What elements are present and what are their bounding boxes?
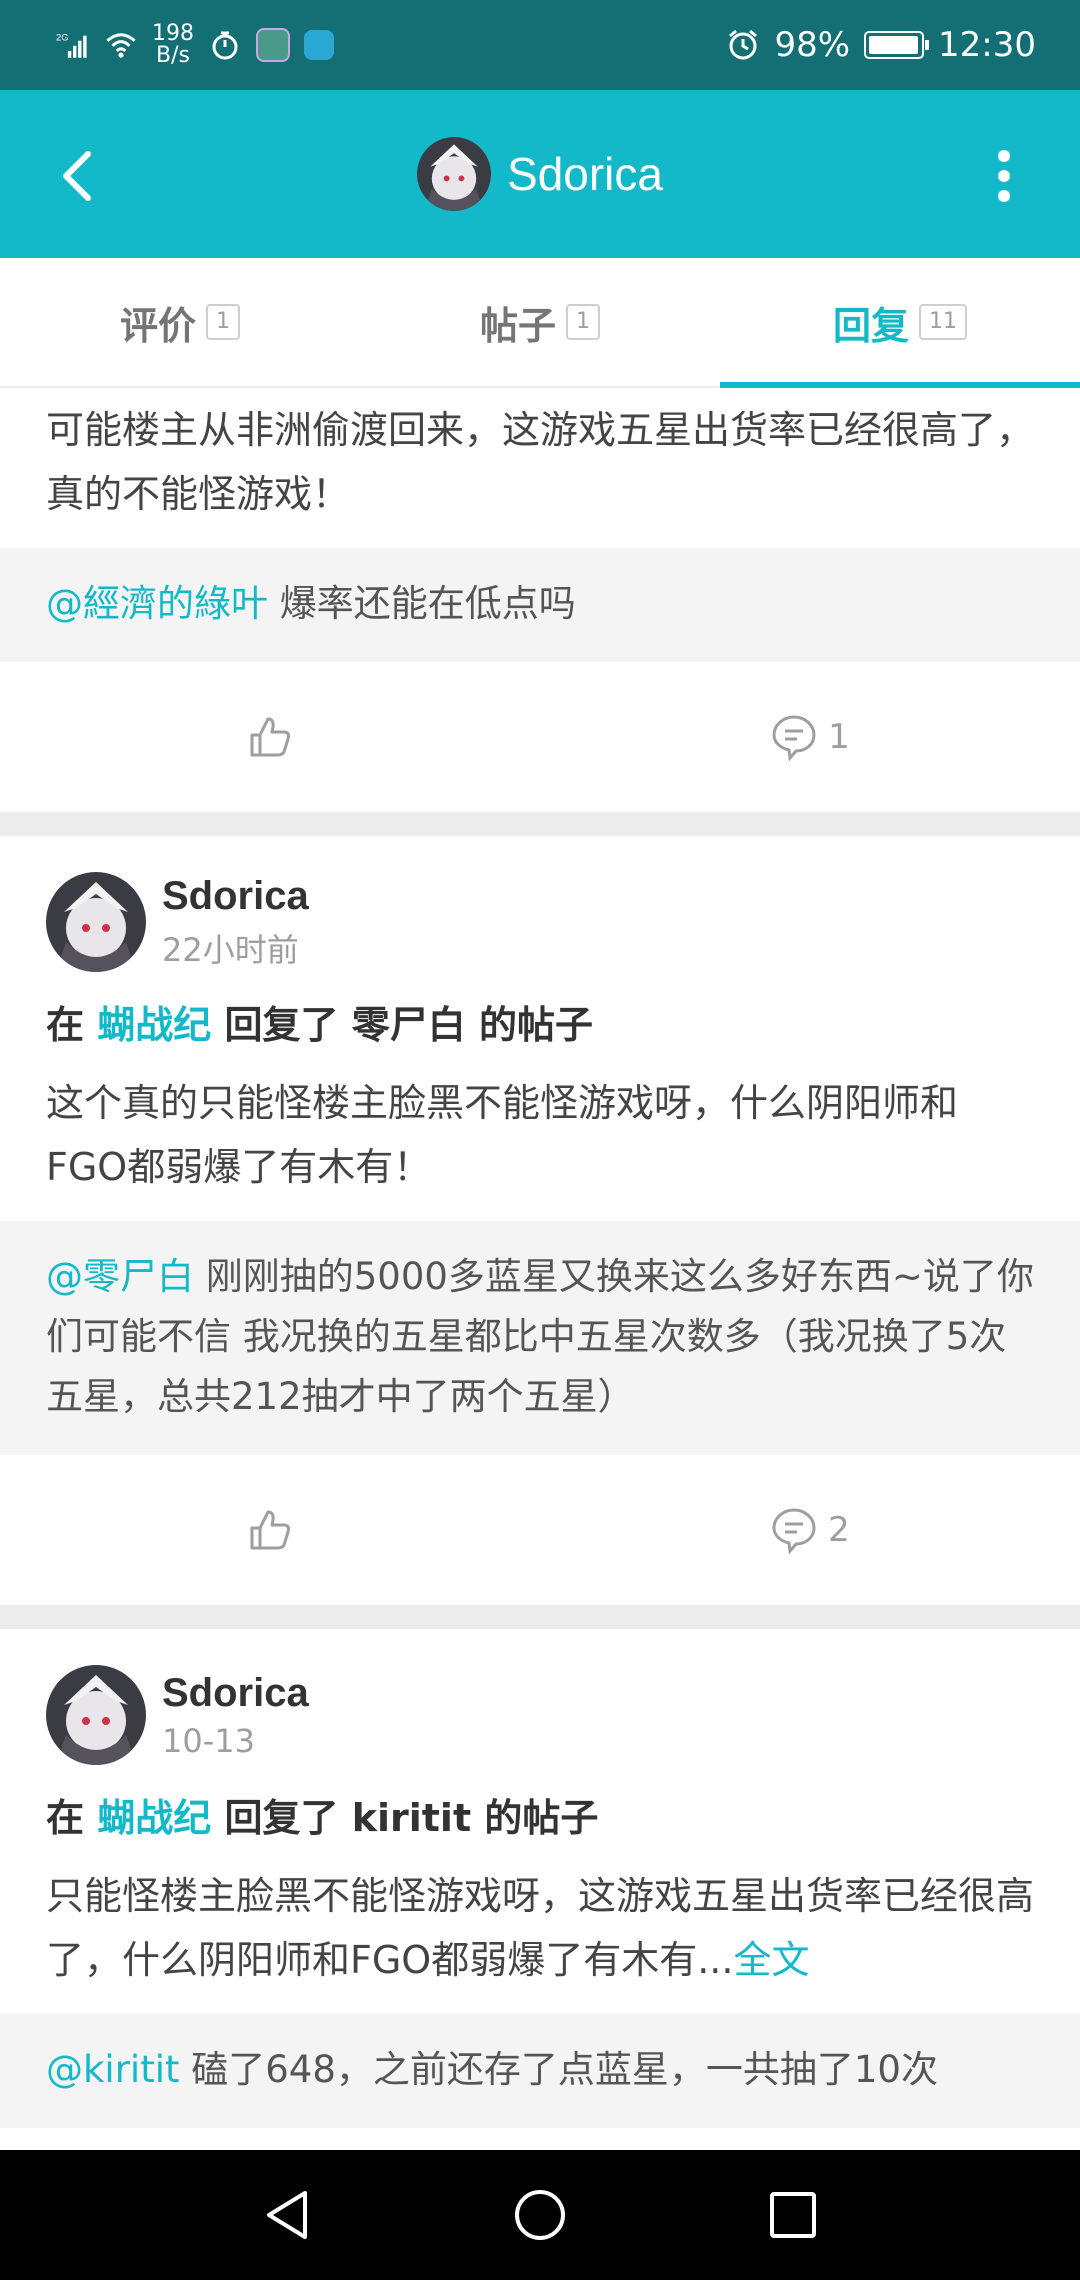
clock: 12:30 (938, 25, 1036, 65)
battery-percent: 98% (774, 25, 851, 65)
header-title-group: Sdorica (417, 137, 663, 211)
replies-feed[interactable]: 可能楼主从非洲偷渡回来，这游戏五星出货率已经很高了，真的不能怪游戏！ @經濟的綠… (0, 388, 1080, 2150)
quoted-text: 爆率还能在低点吗 (268, 582, 576, 625)
alarm-icon (726, 28, 760, 62)
quoted-text: 磕了648，之前还存了点蓝星，一共抽了10次 (179, 2048, 938, 2091)
author-name[interactable]: Sdorica (162, 1671, 309, 1716)
tab-count-badge: 11 (919, 304, 967, 340)
top-app-bar: Sdorica (0, 90, 1080, 258)
tab-replies[interactable]: 回复 11 (720, 258, 1080, 388)
more-options-button[interactable] (964, 136, 1044, 216)
timer-icon (208, 28, 242, 62)
context-prefix: 在 (46, 1796, 98, 1840)
comment-icon (772, 715, 816, 761)
book-app-notification-icon (304, 30, 334, 60)
game-link[interactable]: 蝴战纪 (97, 1796, 211, 1840)
reply-body[interactable]: 这个真的只能怪楼主脸黑不能怪游戏呀，什么阴阳师和FGO都弱爆了有木有！ (0, 1059, 1080, 1221)
reply-card: Sdorica 22小时前 在 蝴战纪 回复了 零尸白 的帖子 这个真的只能怪楼… (0, 836, 1080, 1605)
like-button[interactable] (0, 1506, 540, 1554)
reply-card: Sdorica 10-13 在 蝴战纪 回复了 kiritit 的帖子 只能怪楼… (0, 1629, 1080, 2128)
status-left: 2G 198 B/s (56, 23, 334, 67)
tab-reviews[interactable]: 评价 1 (0, 258, 360, 386)
author-meta: Sdorica 10-13 (162, 1671, 309, 1760)
mention-link[interactable]: @kiritit (46, 2048, 180, 2091)
kebab-menu-icon (998, 150, 1010, 202)
author-name[interactable]: Sdorica (162, 874, 309, 919)
read-more-link[interactable]: 全文 (733, 1938, 809, 1982)
app-notification-icon (256, 28, 290, 62)
author-row[interactable]: Sdorica 10-13 (0, 1629, 1080, 1765)
quoted-reply[interactable]: @經濟的綠叶 爆率还能在低点吗 (0, 548, 1080, 662)
page-title: Sdorica (507, 148, 663, 200)
context-prefix: 在 (46, 1003, 98, 1047)
game-link[interactable]: 蝴战纪 (97, 1003, 211, 1047)
author-meta: Sdorica 22小时前 (162, 874, 309, 971)
author-avatar[interactable] (46, 872, 146, 972)
square-recents-icon (770, 2192, 817, 2238)
nav-back-button[interactable] (247, 2175, 327, 2255)
nav-home-button[interactable] (500, 2175, 580, 2255)
action-row: 1 (0, 662, 1080, 812)
tab-count-badge: 1 (566, 304, 600, 340)
data-rate: 198 B/s (152, 23, 194, 67)
tab-label: 回复 (832, 303, 909, 348)
data-rate-value: 198 (152, 21, 194, 46)
comment-icon (772, 1508, 816, 1554)
divider (0, 1605, 1080, 1629)
context-suffix[interactable]: 回复了 零尸白 的帖子 (211, 1003, 592, 1047)
comment-button[interactable]: 1 (540, 713, 1080, 761)
system-nav-bar (0, 2150, 1080, 2280)
reply-body-text: 只能怪楼主脸黑不能怪游戏呀，这游戏五星出货率已经很高了，什么阴阳师和FGO都弱爆… (46, 1874, 1035, 1982)
author-row[interactable]: Sdorica 22小时前 (0, 836, 1080, 972)
circle-home-icon (514, 2190, 565, 2240)
wifi-icon (104, 28, 138, 62)
post-time: 22小时前 (162, 930, 299, 969)
comment-button[interactable]: 2 (540, 1506, 1080, 1554)
reply-body[interactable]: 只能怪楼主脸黑不能怪游戏呀，这游戏五星出货率已经很高了，什么阴阳师和FGO都弱爆… (0, 1852, 1080, 2014)
tab-bar: 评价 1 帖子 1 回复 11 (0, 258, 1080, 388)
triangle-back-icon (266, 2191, 307, 2239)
quoted-reply[interactable]: @kiritit 磕了648，之前还存了点蓝星，一共抽了10次 (0, 2014, 1080, 2128)
like-button[interactable] (0, 713, 540, 761)
mention-link[interactable]: @經濟的綠叶 (46, 582, 268, 625)
tab-posts[interactable]: 帖子 1 (360, 258, 720, 386)
reply-context: 在 蝴战纪 回复了 零尸白 的帖子 (0, 972, 1080, 1059)
quoted-text: 刚刚抽的5000多蓝星又换来这么多好东西~说了你们可能不信 我况换的五星都比中五… (46, 1255, 1034, 1418)
status-right: 98% 12:30 (726, 25, 1036, 65)
reply-context: 在 蝴战纪 回复了 kiritit 的帖子 (0, 1765, 1080, 1852)
divider (0, 812, 1080, 836)
thumbs-up-icon (250, 1510, 291, 1550)
author-avatar[interactable] (46, 1665, 146, 1765)
mention-link[interactable]: @零尸白 (46, 1255, 194, 1298)
context-suffix[interactable]: 回复了 kiritit 的帖子 (211, 1796, 598, 1840)
reply-card: 可能楼主从非洲偷渡回来，这游戏五星出货率已经很高了，真的不能怪游戏！ @經濟的綠… (0, 388, 1080, 812)
signal-icon: 2G (56, 28, 90, 62)
chevron-left-icon (63, 151, 91, 201)
status-bar: 2G 198 B/s 98% 12:30 (0, 0, 1080, 90)
comment-count: 2 (828, 1510, 850, 1550)
action-row: 2 (0, 1455, 1080, 1605)
tab-count-badge: 1 (206, 304, 240, 340)
user-avatar (417, 137, 492, 211)
network-type: 2G (56, 33, 68, 43)
tab-label: 帖子 (479, 303, 556, 348)
thumbs-up-icon (250, 717, 291, 757)
data-rate-unit: B/s (156, 43, 190, 68)
back-button[interactable] (36, 136, 116, 216)
comment-count: 1 (828, 717, 850, 757)
quoted-reply[interactable]: @零尸白 刚刚抽的5000多蓝星又换来这么多好东西~说了你们可能不信 我况换的五… (0, 1221, 1080, 1455)
nav-recents-button[interactable] (753, 2175, 833, 2255)
post-time: 10-13 (162, 1721, 255, 1760)
reply-body[interactable]: 可能楼主从非洲偷渡回来，这游戏五星出货率已经很高了，真的不能怪游戏！ (0, 388, 1080, 548)
battery-icon (864, 31, 930, 59)
tab-label: 评价 (119, 303, 196, 348)
